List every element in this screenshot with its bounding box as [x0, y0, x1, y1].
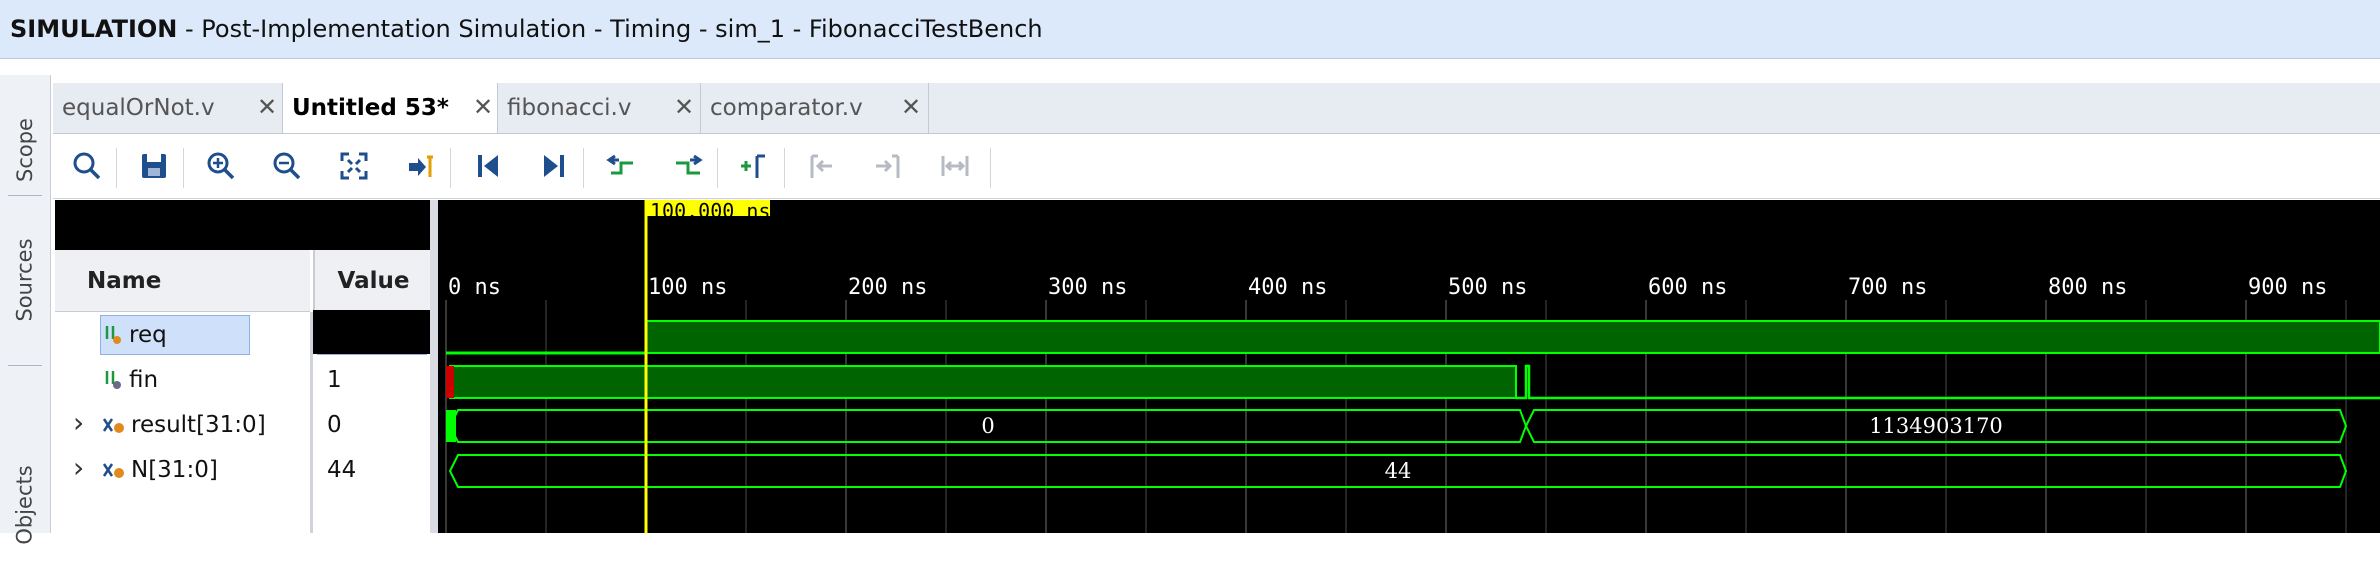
zoom-out-icon[interactable]: [269, 148, 305, 184]
signal-bus-icon: [102, 463, 124, 478]
signal-value-result: 0: [327, 412, 342, 438]
timeline-tick-label: 200 ns: [848, 275, 927, 300]
save-icon[interactable]: [136, 148, 172, 184]
timeline-tick-label: 0 ns: [448, 275, 501, 300]
timeline-tick-label: 100 ns: [648, 275, 727, 300]
signal-row-n[interactable]: › N[31:0] 44: [55, 448, 430, 492]
close-icon[interactable]: ✕: [473, 93, 493, 121]
next-marker-icon: [870, 148, 906, 184]
previous-transition-icon[interactable]: [603, 148, 639, 184]
column-header-value[interactable]: Value: [313, 250, 432, 313]
add-marker-icon[interactable]: [737, 148, 773, 184]
side-tab-scope[interactable]: Scope: [4, 95, 46, 205]
window-title: SIMULATION - Post-Implementation Simulat…: [10, 15, 1043, 43]
title-bar: SIMULATION - Post-Implementation Simulat…: [0, 0, 2380, 59]
timeline-tick-label: 300 ns: [1048, 275, 1127, 300]
close-icon[interactable]: ✕: [674, 93, 694, 121]
go-to-cursor-icon[interactable]: [403, 148, 439, 184]
signal-bus-icon: [102, 418, 124, 433]
wave-fin-high: [449, 365, 1517, 399]
editor-tab-strip: equalOrNot.v ✕ Untitled 53* ✕ fibonacci.…: [53, 83, 2380, 134]
panel-splitter[interactable]: [430, 200, 438, 533]
previous-marker-icon: [804, 148, 840, 184]
zoom-in-icon[interactable]: [203, 148, 239, 184]
side-tab-objects[interactable]: Objects: [4, 445, 46, 565]
timeline-tick-label: 800 ns: [2048, 275, 2127, 300]
wave-fin-x: [446, 366, 454, 398]
signal-value-fin: 1: [327, 367, 342, 393]
name-panel-header-spacer: [55, 200, 430, 250]
expand-icon[interactable]: ›: [73, 451, 84, 484]
signal-row-result[interactable]: › result[31:0] 0: [55, 403, 430, 447]
expand-icon[interactable]: ›: [73, 406, 84, 439]
signal-bit-icon: [105, 326, 121, 344]
signal-bit-icon: [105, 371, 121, 389]
swap-cursors-icon: [937, 148, 973, 184]
signal-row-fin[interactable]: fin 1: [55, 358, 430, 402]
waveform-canvas[interactable]: 0 ns 100 ns 200 ns 300 ns 400 ns 500 ns 600 ns…: [438, 200, 2380, 533]
tab-untitled-53[interactable]: Untitled 53* ✕: [283, 83, 498, 133]
tab-fibonacci[interactable]: fibonacci.v ✕: [498, 83, 701, 133]
cursor-label: 100.000 ns: [650, 200, 770, 223]
timeline-tick-label: 700 ns: [1848, 275, 1927, 300]
wave-toolbar: [53, 134, 2380, 199]
close-icon[interactable]: ✕: [257, 93, 277, 121]
wave-result-label: 0: [981, 414, 994, 438]
timeline-tick-label: 900 ns: [2248, 275, 2327, 300]
signal-list-panel: Name Value req 1 fin 1 › result[31:0] 0 …: [55, 200, 432, 533]
timeline-tick-label: 500 ns: [1448, 275, 1527, 300]
side-tab-bar: Scope Sources Objects: [0, 75, 51, 545]
timeline-tick-label: 400 ns: [1248, 275, 1327, 300]
search-icon[interactable]: [69, 148, 105, 184]
tab-equal-or-not[interactable]: equalOrNot.v ✕: [53, 83, 283, 133]
column-header-name[interactable]: Name: [55, 250, 310, 312]
close-icon[interactable]: ✕: [901, 93, 921, 121]
next-transition-icon[interactable]: [670, 148, 706, 184]
tab-comparator[interactable]: comparator.v ✕: [701, 83, 929, 133]
value-column-bg: [313, 310, 431, 354]
signal-value-n: 44: [327, 457, 357, 483]
go-to-last-time-icon[interactable]: [536, 148, 572, 184]
zoom-fit-icon[interactable]: [336, 148, 372, 184]
title-gap: [0, 59, 2380, 75]
wave-req-high: [645, 320, 2380, 354]
wave-result-label: 1134903170: [1869, 414, 2003, 438]
wave-n-label: 44: [1385, 459, 1412, 483]
timeline-tick-label: 600 ns: [1648, 275, 1727, 300]
go-to-time-zero-icon[interactable]: [470, 148, 506, 184]
side-tab-sources[interactable]: Sources: [4, 205, 46, 355]
